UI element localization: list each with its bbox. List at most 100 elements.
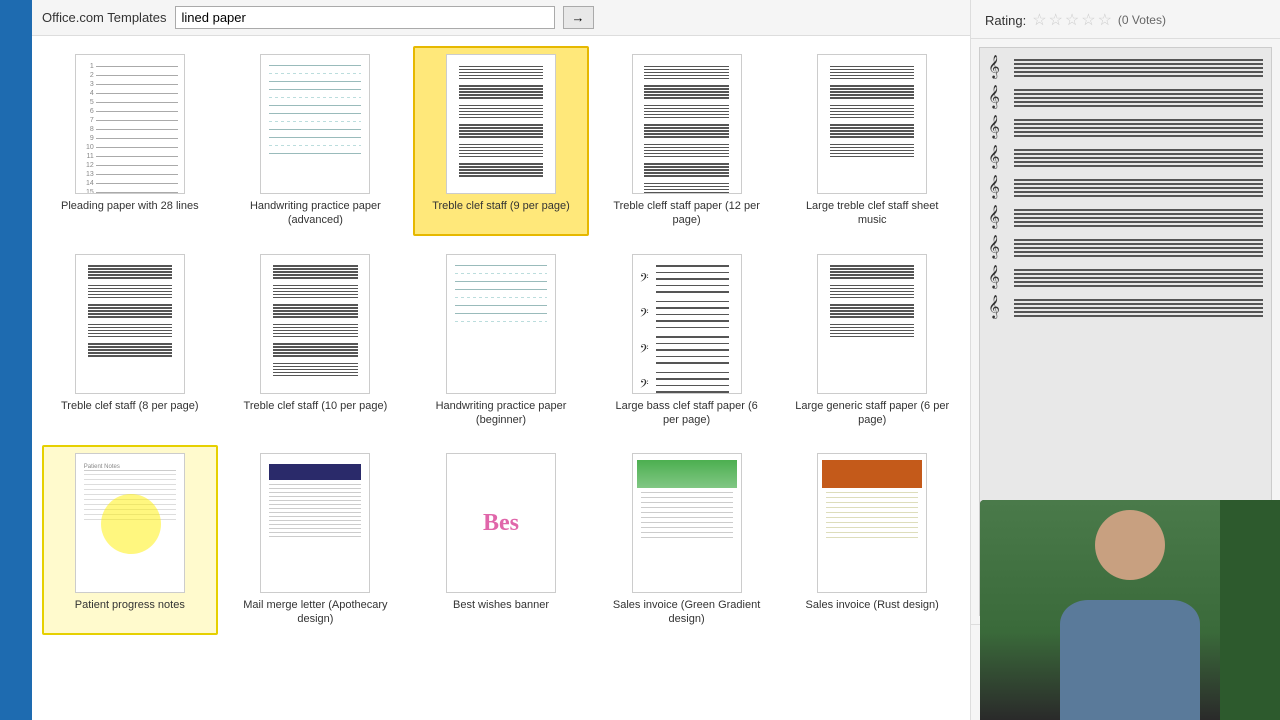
template-item-handwriting-beg[interactable]: Handwriting practice paper (beginner) bbox=[413, 246, 589, 436]
right-panel: Rating: ☆ ☆ ☆ ☆ ☆ (0 Votes) 𝄞 𝄞 bbox=[970, 0, 1280, 720]
template-item-invoice-rust[interactable]: Sales invoice (Rust design) bbox=[784, 445, 960, 635]
template-item-invoice-green[interactable]: Sales invoice (Green Gradient design) bbox=[599, 445, 775, 635]
staff-line bbox=[1014, 179, 1263, 181]
staff-line bbox=[1014, 209, 1263, 211]
staff-line bbox=[1014, 195, 1263, 197]
staff-line bbox=[1014, 191, 1263, 193]
template-item-pleading-28[interactable]: 123456789101112131415161718Pleading pape… bbox=[42, 46, 218, 236]
staff-line bbox=[1014, 247, 1263, 249]
template-item-bass-6[interactable]: 𝄢𝄢𝄢𝄢 Large bass clef staff paper (6 per p… bbox=[599, 246, 775, 436]
staff-line bbox=[1014, 311, 1263, 313]
staff-line bbox=[1014, 315, 1263, 317]
clef-8: 𝄞 bbox=[988, 266, 1008, 289]
staff-line bbox=[1014, 149, 1263, 151]
staff-line bbox=[1014, 239, 1263, 241]
staff-lines-6 bbox=[1014, 209, 1263, 227]
staff-line bbox=[1014, 217, 1263, 219]
staff-line bbox=[1014, 105, 1263, 107]
template-thumb-treble-cleff-12 bbox=[632, 54, 742, 194]
left-sidebar bbox=[0, 0, 32, 720]
template-label-mail-merge: Mail merge letter (Apothecary design) bbox=[236, 598, 396, 627]
template-item-generic-6[interactable]: Large generic staff paper (6 per page) bbox=[784, 246, 960, 436]
star-5[interactable]: ☆ bbox=[1098, 10, 1112, 30]
staff-line bbox=[1014, 221, 1263, 223]
template-item-mail-merge[interactable]: Mail merge letter (Apothecary design) bbox=[228, 445, 404, 635]
staff-line bbox=[1014, 63, 1263, 65]
header-title: Office.com Templates bbox=[42, 10, 167, 25]
staff-line bbox=[1014, 299, 1263, 301]
clef-3: 𝄞 bbox=[988, 116, 1008, 139]
staff-line bbox=[1014, 307, 1263, 309]
staff-line bbox=[1014, 303, 1263, 305]
star-1[interactable]: ☆ bbox=[1032, 10, 1046, 30]
search-input[interactable] bbox=[175, 6, 555, 29]
person-head bbox=[1095, 510, 1165, 580]
webcam-overlay bbox=[980, 500, 1280, 720]
template-label-handwriting-beg: Handwriting practice paper (beginner) bbox=[421, 399, 581, 428]
staff-line bbox=[1014, 277, 1263, 279]
template-thumb-handwriting-beg bbox=[446, 254, 556, 394]
star-4[interactable]: ☆ bbox=[1081, 10, 1095, 30]
template-thumb-pleading-28: 123456789101112131415161718 bbox=[75, 54, 185, 194]
staff-line bbox=[1014, 225, 1263, 227]
preview-staff-row-6: 𝄞 bbox=[988, 206, 1263, 229]
clef-2: 𝄞 bbox=[988, 86, 1008, 109]
clef-1: 𝄞 bbox=[988, 56, 1008, 79]
template-thumb-patient-notes: Patient Notes bbox=[75, 453, 185, 593]
template-label-treble-8: Treble clef staff (8 per page) bbox=[61, 399, 199, 413]
template-item-handwriting-adv[interactable]: Handwriting practice paper (advanced) bbox=[228, 46, 404, 236]
template-thumb-treble-8 bbox=[75, 254, 185, 394]
clef-5: 𝄞 bbox=[988, 176, 1008, 199]
header-bar: Office.com Templates → bbox=[32, 0, 970, 36]
staff-line bbox=[1014, 75, 1263, 77]
staff-line bbox=[1014, 135, 1263, 137]
preview-staff-row-4: 𝄞 bbox=[988, 146, 1263, 169]
template-label-bass-6: Large bass clef staff paper (6 per page) bbox=[607, 399, 767, 428]
staff-line bbox=[1014, 153, 1263, 155]
staff-line bbox=[1014, 285, 1263, 287]
clef-7: 𝄞 bbox=[988, 236, 1008, 259]
staff-lines-5 bbox=[1014, 179, 1263, 197]
template-item-treble-9[interactable]: Treble clef staff (9 per page) bbox=[413, 46, 589, 236]
staff-line bbox=[1014, 97, 1263, 99]
staff-line bbox=[1014, 243, 1263, 245]
staff-line bbox=[1014, 251, 1263, 253]
staff-line bbox=[1014, 131, 1263, 133]
staff-line bbox=[1014, 123, 1263, 125]
staff-line bbox=[1014, 89, 1263, 91]
template-thumb-treble-9 bbox=[446, 54, 556, 194]
template-item-treble-cleff-12[interactable]: Treble cleff staff paper (12 per page) bbox=[599, 46, 775, 236]
template-label-generic-6: Large generic staff paper (6 per page) bbox=[792, 399, 952, 428]
template-item-treble-10[interactable]: Treble clef staff (10 per page) bbox=[228, 246, 404, 436]
preview-staff-row-7: 𝄞 bbox=[988, 236, 1263, 259]
template-thumb-bass-6: 𝄢𝄢𝄢𝄢 bbox=[632, 254, 742, 394]
template-thumb-mail-merge bbox=[260, 453, 370, 593]
search-button[interactable]: → bbox=[563, 6, 594, 29]
star-3[interactable]: ☆ bbox=[1065, 10, 1079, 30]
staff-line bbox=[1014, 165, 1263, 167]
staff-line bbox=[1014, 161, 1263, 163]
staff-lines-1 bbox=[1014, 59, 1263, 77]
template-label-treble-cleff-12: Treble cleff staff paper (12 per page) bbox=[607, 199, 767, 228]
staff-line bbox=[1014, 59, 1263, 61]
main-content: Office.com Templates → 12345678910111213… bbox=[32, 0, 970, 720]
star-2[interactable]: ☆ bbox=[1049, 10, 1063, 30]
staff-line bbox=[1014, 101, 1263, 103]
clef-6: 𝄞 bbox=[988, 206, 1008, 229]
plants-background bbox=[1220, 500, 1280, 720]
webcam-person bbox=[980, 500, 1280, 720]
preview-staff-row-2: 𝄞 bbox=[988, 86, 1263, 109]
template-label-patient-notes: Patient progress notes bbox=[75, 598, 185, 612]
sidebar-accent bbox=[0, 120, 32, 180]
template-thumb-invoice-green bbox=[632, 453, 742, 593]
template-item-best-wishes[interactable]: BesBest wishes banner bbox=[413, 445, 589, 635]
template-item-patient-notes[interactable]: Patient Notes Patient progress notes bbox=[42, 445, 218, 635]
template-item-treble-8[interactable]: Treble clef staff (8 per page) bbox=[42, 246, 218, 436]
staff-line bbox=[1014, 183, 1263, 185]
staff-lines-3 bbox=[1014, 119, 1263, 137]
preview-staff-row-1: 𝄞 bbox=[988, 56, 1263, 79]
staff-line bbox=[1014, 119, 1263, 121]
staff-line bbox=[1014, 269, 1263, 271]
template-item-large-treble[interactable]: Large treble clef staff sheet music bbox=[784, 46, 960, 236]
template-thumb-best-wishes: Bes bbox=[446, 453, 556, 593]
